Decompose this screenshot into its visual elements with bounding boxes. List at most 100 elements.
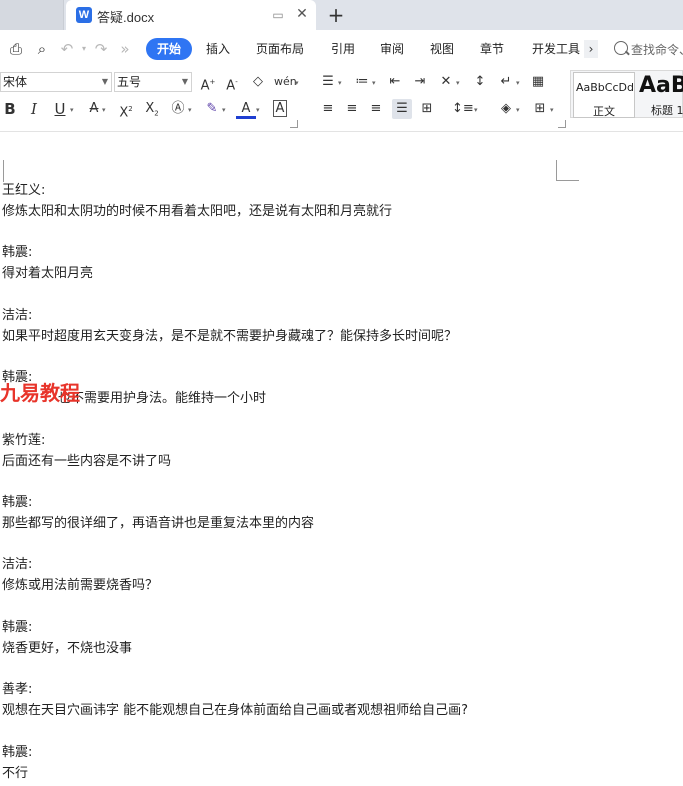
numbering-icon[interactable]: ≔ bbox=[352, 72, 372, 92]
chevron-down-icon: ▼ bbox=[101, 77, 108, 86]
menu-review[interactable]: 审阅 bbox=[380, 41, 404, 57]
chevron-down-icon[interactable]: ▾ bbox=[516, 79, 520, 87]
highlight-icon[interactable]: ✎ bbox=[202, 99, 222, 119]
font-name-value: 宋体 bbox=[3, 75, 28, 89]
menu-page-layout[interactable]: 页面布局 bbox=[256, 41, 304, 57]
more-quick-access-icon[interactable]: » bbox=[116, 40, 134, 58]
menu-chapter[interactable]: 章节 bbox=[480, 41, 504, 57]
doc-line: 紫竹莲: bbox=[2, 433, 46, 448]
style-normal[interactable]: AaBbCcDd 正文 bbox=[573, 72, 635, 118]
superscript-icon[interactable]: X2 bbox=[116, 99, 136, 120]
font-name-select[interactable]: 宋体 ▼ bbox=[0, 72, 112, 92]
styles-gallery: AaBbCcDd 正文 AaB 标题 1 bbox=[570, 70, 683, 118]
grow-font-icon[interactable]: A+ bbox=[198, 72, 218, 93]
shrink-font-icon[interactable]: A- bbox=[222, 72, 242, 93]
undo-icon[interactable]: ↶ bbox=[58, 40, 76, 58]
borders-icon[interactable]: ⊞ bbox=[530, 99, 550, 119]
tab-bar: W 答疑.docx ▭ ✕ + bbox=[0, 0, 683, 30]
tab-document[interactable]: W 答疑.docx ▭ ✕ bbox=[66, 0, 316, 30]
strikethrough-icon[interactable]: A bbox=[84, 99, 104, 119]
doc-line: 得对着太阳月亮 bbox=[2, 266, 94, 281]
doc-line: 烧香更好，不烧也没事 bbox=[2, 641, 133, 656]
chevron-down-icon[interactable]: ▾ bbox=[70, 106, 74, 114]
align-left-icon[interactable]: ≡ bbox=[318, 99, 338, 119]
chevron-down-icon[interactable]: ▾ bbox=[456, 79, 460, 87]
chevron-down-icon[interactable]: ▾ bbox=[372, 79, 376, 87]
new-tab-icon[interactable]: + bbox=[326, 4, 346, 26]
chinese-layout-icon[interactable]: ✕ bbox=[436, 72, 456, 92]
phonetic-guide-icon[interactable]: wén bbox=[274, 72, 297, 92]
menu-view[interactable]: 视图 bbox=[430, 41, 454, 57]
align-center-icon[interactable]: ≡ bbox=[342, 99, 362, 119]
font-size-value: 五号 bbox=[117, 75, 142, 89]
search-command[interactable]: 查找命令、 bbox=[631, 41, 683, 58]
doc-line: 那些都写的很详细了，再语音讲也是重复法本里的内容 bbox=[2, 516, 315, 531]
sort-icon[interactable]: ↕ bbox=[470, 72, 490, 92]
bullets-icon[interactable]: ☰ bbox=[318, 72, 338, 92]
menu-bar: ⎙ ⌕ ↶ ▾ ↷ » 开始 插入 页面布局 引用 审阅 视图 章节 开发工具 … bbox=[0, 30, 683, 68]
chevron-down-icon[interactable]: ▾ bbox=[188, 106, 192, 114]
increase-indent-icon[interactable]: ⇥ bbox=[410, 72, 430, 92]
style-heading1-sample[interactable]: AaB bbox=[639, 73, 683, 98]
chevron-down-icon[interactable]: ▾ bbox=[474, 106, 478, 114]
doc-line: 韩震: bbox=[2, 620, 33, 635]
search-icon[interactable] bbox=[614, 41, 628, 55]
chevron-down-icon[interactable]: ▾ bbox=[338, 79, 342, 87]
decrease-indent-icon[interactable]: ⇤ bbox=[385, 72, 405, 92]
font-dialog-launcher[interactable] bbox=[290, 120, 298, 128]
chevron-down-icon[interactable]: ▾ bbox=[102, 106, 106, 114]
shading-icon[interactable]: ◈ bbox=[496, 99, 516, 119]
char-border-icon[interactable]: A bbox=[270, 99, 290, 119]
ribbon: 宋体 ▼ 五号 ▼ A+ A- ◇ wén ▾ ☰ ▾ ≔ ▾ ⇤ ⇥ ✕ ▾ … bbox=[0, 68, 683, 132]
doc-line: 后面还有一些内容是不讲了吗 bbox=[2, 454, 172, 469]
chevron-down-icon[interactable]: ▾ bbox=[550, 106, 554, 114]
watermark: 九易教程 bbox=[0, 381, 80, 405]
doc-line: 修炼或用法前需要烧香吗？ bbox=[2, 578, 159, 593]
paragraph-dialog-launcher[interactable] bbox=[558, 120, 566, 128]
doc-line: 洁洁: bbox=[2, 557, 33, 572]
print-icon[interactable]: ⎙ bbox=[7, 40, 25, 58]
underline-icon[interactable]: U bbox=[50, 99, 70, 119]
redo-icon[interactable]: ↷ bbox=[92, 40, 110, 58]
doc-line: 善孝: bbox=[2, 682, 33, 697]
doc-line: 韩震: bbox=[2, 745, 33, 760]
style-normal-sample: AaBbCcDd bbox=[576, 81, 634, 94]
chevron-down-icon[interactable]: ▾ bbox=[295, 79, 299, 87]
undo-dropdown-icon[interactable]: ▾ bbox=[75, 40, 93, 58]
menu-references[interactable]: 引用 bbox=[331, 41, 355, 57]
line-spacing-icon[interactable]: ↕≡ bbox=[452, 99, 474, 119]
paragraph-mark-icon[interactable]: ↵ bbox=[496, 72, 516, 92]
chevron-down-icon[interactable]: ▾ bbox=[256, 106, 260, 114]
menu-insert[interactable]: 插入 bbox=[206, 41, 230, 57]
menu-home[interactable]: 开始 bbox=[146, 38, 192, 60]
style-normal-label: 正文 bbox=[593, 105, 615, 118]
table-grid-icon[interactable]: ▦ bbox=[528, 72, 548, 92]
font-color-icon[interactable]: A bbox=[236, 99, 256, 119]
doc-line: 观想在天目穴画讳字 能不能观想自己在身体前面给自己画或者观想祖师给自己画? bbox=[2, 703, 469, 718]
chevron-down-icon: ▼ bbox=[181, 77, 188, 86]
text-effect-icon[interactable]: Ⓐ bbox=[168, 99, 188, 119]
present-icon[interactable]: ▭ bbox=[271, 8, 285, 22]
doc-line: 修炼太阳和太阴功的时候不用看着太阳吧，还是说有太阳和月亮就行 bbox=[2, 204, 393, 219]
doc-line: 不行 bbox=[2, 766, 29, 781]
subscript-icon[interactable]: X2 bbox=[142, 99, 162, 119]
doc-line: 洁洁: bbox=[2, 308, 33, 323]
align-right-icon[interactable]: ≡ bbox=[366, 99, 386, 119]
font-size-select[interactable]: 五号 ▼ bbox=[114, 72, 192, 92]
doc-line: 王红义: bbox=[2, 183, 46, 198]
doc-line: 也不需要用护身法。能维持一个小时 bbox=[58, 391, 267, 406]
print-preview-icon[interactable]: ⌕ bbox=[33, 40, 51, 58]
margin-corner-left bbox=[3, 160, 4, 182]
bold-icon[interactable]: B bbox=[0, 99, 20, 119]
close-icon[interactable]: ✕ bbox=[294, 6, 310, 22]
menu-developer[interactable]: 开发工具 bbox=[532, 41, 580, 57]
doc-line: 如果平时超度用玄天变身法，是不是就不需要护身藏魂了？能保持多长时间呢？ bbox=[2, 329, 458, 344]
chevron-right-icon[interactable]: › bbox=[584, 40, 598, 58]
chevron-down-icon[interactable]: ▾ bbox=[516, 106, 520, 114]
clear-format-icon[interactable]: ◇ bbox=[248, 72, 268, 92]
distributed-align-icon[interactable]: ⊞ bbox=[417, 99, 437, 119]
italic-icon[interactable]: I bbox=[24, 99, 44, 119]
chevron-down-icon[interactable]: ▾ bbox=[222, 106, 226, 114]
tab-home[interactable] bbox=[0, 0, 64, 30]
justify-icon[interactable]: ☰ bbox=[392, 99, 412, 119]
